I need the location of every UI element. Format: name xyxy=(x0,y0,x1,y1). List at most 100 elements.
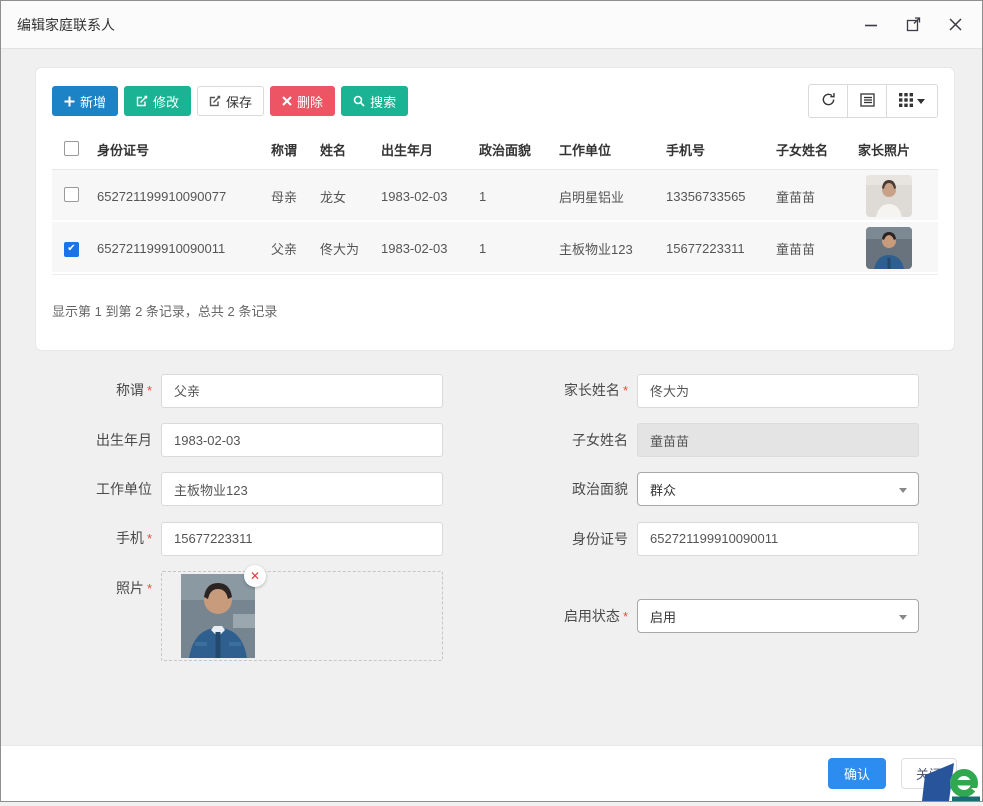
phone-input[interactable] xyxy=(161,522,443,556)
field-child-name: 子女姓名 xyxy=(477,423,982,457)
select-all-checkbox[interactable] xyxy=(64,141,79,156)
field-employer: 工作单位 xyxy=(1,472,477,506)
table-view-controls xyxy=(808,84,938,118)
table-body: 652721199910090077 母亲 龙女 1983-02-03 1 启明… xyxy=(52,170,938,275)
caret-down-icon xyxy=(899,488,907,493)
x-icon xyxy=(282,96,292,106)
cell-parent-photo xyxy=(858,170,938,222)
cell-employer: 启明星铝业 xyxy=(559,187,666,206)
column-header: 身份证号 xyxy=(97,140,271,159)
row-checkbox[interactable] xyxy=(64,187,79,202)
field-label: 出生年月 xyxy=(1,423,161,457)
field-label: 工作单位 xyxy=(1,472,161,506)
required-marker: * xyxy=(623,609,628,624)
row-checkbox[interactable] xyxy=(64,242,79,257)
toggle-view-button[interactable] xyxy=(847,84,887,118)
column-header: 政治面貌 xyxy=(479,140,559,159)
required-marker: * xyxy=(623,383,628,398)
column-header: 称谓 xyxy=(271,140,320,159)
list-view-icon xyxy=(860,93,875,110)
minimize-icon[interactable] xyxy=(862,16,880,34)
cell-phone: 13356733565 xyxy=(666,189,776,204)
cell-id-number: 652721199910090011 xyxy=(97,241,271,256)
required-marker: * xyxy=(147,531,152,546)
delete-button[interactable]: 删除 xyxy=(270,86,335,116)
plus-icon xyxy=(64,96,75,107)
pencil-square-icon xyxy=(136,95,148,107)
cell-employer: 主板物业123 xyxy=(559,239,666,258)
child-name-input xyxy=(637,423,919,457)
confirm-button[interactable]: 确认 xyxy=(828,758,886,789)
parent-name-input[interactable] xyxy=(637,374,919,408)
dialog-footer: 确认 关闭 xyxy=(1,745,982,801)
relation-input[interactable] xyxy=(161,374,443,408)
pencil-square-icon xyxy=(209,95,221,107)
dialog-body: 新增 修改 保存 删除 搜索 xyxy=(1,49,982,745)
save-button[interactable]: 保存 xyxy=(197,86,264,116)
field-birth-date: 出生年月 xyxy=(1,423,477,457)
field-parent-name: 家长姓名* xyxy=(477,373,982,408)
column-header: 姓名 xyxy=(320,140,381,159)
political-status-select[interactable]: 群众 xyxy=(637,472,919,506)
employer-input[interactable] xyxy=(161,472,443,506)
uploaded-photo: ✕ xyxy=(181,574,255,658)
cell-name: 佟大为 xyxy=(320,239,381,258)
remove-photo-icon[interactable]: ✕ xyxy=(244,565,266,587)
photo-upload-area[interactable]: ✕ xyxy=(161,571,443,661)
column-header: 子女姓名 xyxy=(776,140,858,159)
cell-relation: 母亲 xyxy=(271,187,320,206)
man-in-uniform-photo xyxy=(181,574,255,658)
column-header: 工作单位 xyxy=(559,140,666,159)
dialog-titlebar: 编辑家庭联系人 xyxy=(1,1,982,49)
field-photo: 照片* ✕ xyxy=(1,571,477,661)
columns-button[interactable] xyxy=(886,84,938,118)
table-header-row: 身份证号 称谓 姓名 出生年月 政治面貌 工作单位 手机号 子女姓名 家长照片 xyxy=(52,130,938,170)
field-label: 称谓* xyxy=(1,373,161,408)
field-label: 子女姓名 xyxy=(477,423,637,457)
search-button[interactable]: 搜索 xyxy=(341,86,408,116)
cell-parent-photo xyxy=(858,222,938,274)
required-marker: * xyxy=(147,383,152,398)
modify-button[interactable]: 修改 xyxy=(124,86,191,116)
field-id-number: 身份证号 xyxy=(477,521,982,556)
status-select[interactable]: 启用 xyxy=(637,599,919,633)
field-political-status: 政治面貌 群众 xyxy=(477,472,982,506)
refresh-button[interactable] xyxy=(808,84,848,118)
cell-birth-date: 1983-02-03 xyxy=(381,241,479,256)
cell-phone: 15677223311 xyxy=(666,241,776,256)
refresh-icon xyxy=(821,92,836,110)
pagination-summary: 显示第 1 到第 2 条记录，总共 2 条记录 xyxy=(52,301,938,320)
column-header: 家长照片 xyxy=(858,140,938,159)
field-relation: 称谓* xyxy=(1,373,477,408)
field-label: 政治面貌 xyxy=(477,472,637,506)
required-marker: * xyxy=(147,581,152,596)
table-toolbar: 新增 修改 保存 删除 搜索 xyxy=(52,84,938,118)
parent-photo-woman xyxy=(866,175,912,217)
field-phone: 手机* xyxy=(1,521,477,556)
close-icon[interactable] xyxy=(946,16,964,34)
parent-photo-man xyxy=(866,227,912,269)
table-row[interactable]: 652721199910090077 母亲 龙女 1983-02-03 1 启明… xyxy=(52,170,938,222)
add-button[interactable]: 新增 xyxy=(52,86,118,116)
cell-child-name: 童苗苗 xyxy=(776,239,858,258)
cell-political-status: 1 xyxy=(479,241,559,256)
column-header: 手机号 xyxy=(666,140,776,159)
caret-down-icon xyxy=(899,615,907,620)
maximize-icon[interactable] xyxy=(904,16,922,34)
caret-down-icon xyxy=(917,99,925,104)
table-row[interactable]: 652721199910090011 父亲 佟大为 1983-02-03 1 主… xyxy=(52,222,938,274)
id-number-input[interactable] xyxy=(637,522,919,556)
field-status: 启用状态* 启用 xyxy=(477,571,982,661)
contact-form: 称谓* 家长姓名* 出生年月 子女姓名 工作单位 政治面貌 群众 xyxy=(1,373,982,661)
columns-grid-icon xyxy=(899,93,913,110)
toolbar-buttons: 新增 修改 保存 删除 搜索 xyxy=(52,86,408,116)
cell-political-status: 1 xyxy=(479,189,559,204)
window-controls xyxy=(862,16,964,34)
field-label: 照片* xyxy=(1,571,161,606)
field-label: 身份证号 xyxy=(477,522,637,556)
column-header: 出生年月 xyxy=(381,140,479,159)
birth-date-input[interactable] xyxy=(161,423,443,457)
cell-birth-date: 1983-02-03 xyxy=(381,189,479,204)
contacts-table-card: 新增 修改 保存 删除 搜索 xyxy=(35,67,955,351)
dialog-title: 编辑家庭联系人 xyxy=(17,15,115,35)
